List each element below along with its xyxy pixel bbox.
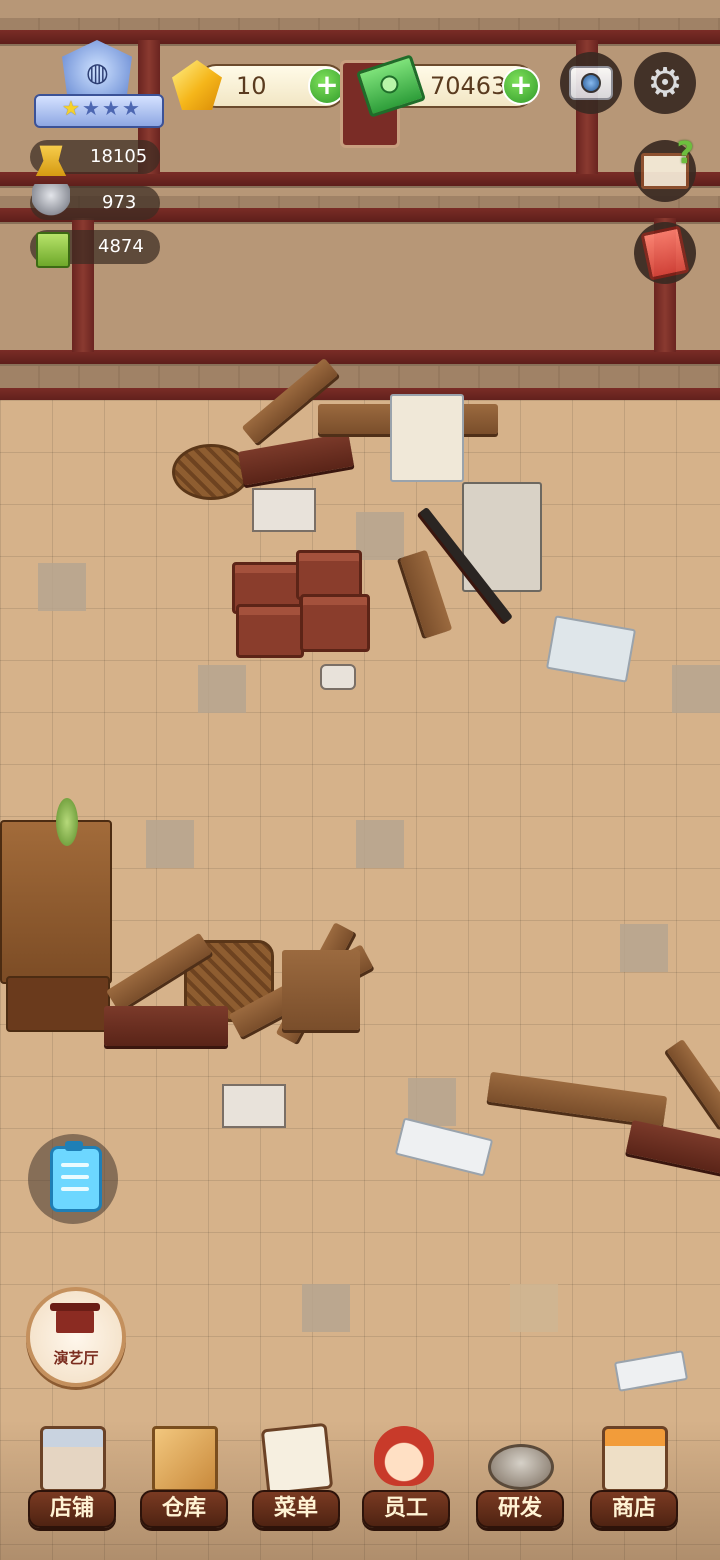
broken-tile — [620, 924, 668, 972]
rank-star-icon: ★ — [82, 96, 100, 120]
broken-tile — [198, 665, 246, 713]
stacked-crate[interactable] — [296, 550, 362, 600]
broken-tile — [356, 512, 404, 560]
clipboard-icon — [50, 1141, 102, 1212]
nav-staff-label: 员工 — [362, 1490, 450, 1528]
nav-menu-label: 菜单 — [252, 1490, 340, 1528]
rubble-pile[interactable] — [320, 664, 356, 690]
old-dining-table[interactable] — [0, 820, 112, 984]
broken-tile — [672, 665, 720, 713]
theater-hall-label: 演艺厅 — [53, 1349, 99, 1367]
menu-checklist-icon — [260, 1422, 334, 1496]
resource-tip-trophy: 18105 — [30, 140, 160, 176]
theater-icon — [50, 1303, 100, 1333]
cash-amount: 70463 — [430, 72, 507, 100]
nav-warehouse[interactable]: 仓库 — [134, 1420, 230, 1550]
broken-bench[interactable] — [104, 1006, 228, 1046]
shop-building-icon — [40, 1426, 106, 1492]
guide-book-button[interactable]: ? — [634, 136, 696, 202]
cardboard-box[interactable] — [222, 1084, 286, 1128]
gem-count: 10 — [236, 72, 267, 100]
broken-tile — [38, 563, 86, 611]
broken-tile — [356, 820, 404, 868]
staff-chef-icon — [374, 1426, 434, 1486]
resource-dish-cover: 973 — [30, 184, 160, 222]
stacked-crate[interactable] — [236, 604, 304, 658]
rank-star-icon: ★ — [62, 96, 80, 120]
recipe-book-icon — [36, 232, 70, 268]
nav-warehouse-label: 仓库 — [140, 1490, 228, 1528]
resource-recipe-book: 4874 — [30, 230, 160, 268]
recipe-book-value: 4874 — [98, 236, 144, 257]
nav-shop-label: 店铺 — [28, 1490, 116, 1528]
store-front-icon — [602, 1426, 668, 1492]
camera-button[interactable] — [560, 52, 622, 114]
nav-menu[interactable]: 菜单 — [246, 1420, 342, 1550]
nav-research-label: 研发 — [476, 1490, 564, 1528]
stacked-crate[interactable] — [300, 594, 370, 652]
add-cash-button[interactable]: + — [502, 67, 540, 105]
player-rank-badge[interactable]: ◍ ★ ★ ★ ★ — [34, 40, 164, 132]
nav-research[interactable]: 研发 — [470, 1420, 566, 1550]
rank-star-icon: ★ — [102, 96, 120, 120]
book-help-icon: ? — [641, 136, 694, 189]
cooking-pot-icon: ◍ — [86, 58, 109, 88]
dish-cover-value: 973 — [102, 192, 137, 213]
table-base — [6, 976, 110, 1032]
green-vase — [56, 798, 78, 846]
theater-hall-button[interactable]: 演艺厅 — [26, 1287, 126, 1387]
wok-icon — [488, 1444, 554, 1490]
trophy-icon — [35, 145, 67, 176]
broken-tile — [408, 1078, 456, 1126]
nav-shop[interactable]: 店铺 — [22, 1420, 118, 1550]
wall-brick-strip — [0, 366, 720, 388]
wall-beam — [0, 350, 720, 364]
rank-star-icon: ★ — [122, 96, 140, 120]
nav-store-label: 商店 — [590, 1490, 678, 1528]
cardboard-box[interactable] — [252, 488, 316, 532]
bottom-navigation: 店铺 仓库 菜单 员工 研发 商店 — [0, 1420, 720, 1560]
wall-beam — [0, 172, 720, 186]
settings-button[interactable]: ⚙ — [634, 52, 696, 114]
torn-poster[interactable] — [390, 394, 464, 482]
small-stool[interactable] — [282, 950, 360, 1030]
warehouse-boxes-icon — [152, 1426, 218, 1492]
nav-store[interactable]: 商店 — [584, 1420, 680, 1550]
dish-cover-icon — [32, 184, 70, 222]
broken-tile — [302, 1284, 350, 1332]
red-book-icon — [640, 225, 690, 281]
broken-tile — [510, 1284, 558, 1332]
trophy-value: 18105 — [90, 146, 148, 167]
camera-icon — [569, 66, 613, 100]
broken-tile — [146, 820, 194, 868]
task-list-button[interactable] — [28, 1134, 118, 1224]
journal-button[interactable] — [634, 222, 696, 284]
nav-staff[interactable]: 员工 — [356, 1420, 452, 1550]
gear-icon: ⚙ — [647, 60, 683, 106]
